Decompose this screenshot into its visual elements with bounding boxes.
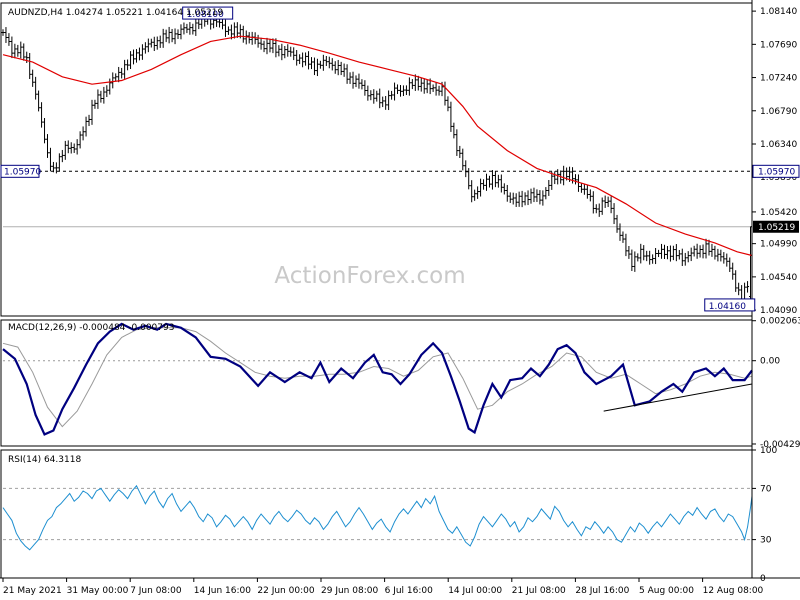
rsi-tick-label: 70 (760, 484, 772, 494)
low-annotation-label: 1.04160 (709, 302, 746, 312)
rsi-header: RSI(14) 64.3118 (8, 455, 81, 465)
rsi-tick-label: 30 (760, 536, 772, 546)
last-price-label: 1.05219 (758, 223, 795, 233)
rsi-tick-label: 0 (760, 574, 766, 584)
price-tick-label: 1.07240 (760, 74, 797, 84)
time-tick-label: 7 Jun 08:00 (130, 586, 182, 596)
level-label-left: 1.05970 (4, 167, 41, 177)
watermark: ActionForex.com (274, 263, 465, 289)
time-tick-label: 29 Jun 08:00 (321, 586, 378, 596)
price-tick-label: 1.06790 (760, 107, 797, 117)
time-tick-label: 21 May 2021 (3, 586, 62, 596)
time-tick-label: 5 Aug 00:00 (639, 586, 694, 596)
price-tick-label: 1.04090 (760, 306, 797, 316)
price-tick-label: 1.07690 (760, 40, 797, 50)
macd-tick-label: 0.002063 (760, 317, 800, 327)
time-tick-label: 14 Jun 16:00 (194, 586, 251, 596)
macd-tick-label: 0.00 (760, 357, 780, 367)
time-tick-label: 12 Aug 08:00 (703, 586, 764, 596)
time-tick-label: 14 Jul 00:00 (448, 586, 502, 596)
price-tick-label: 1.06340 (760, 140, 797, 150)
chart-canvas: ActionForex.com 1.08140 1.07690 1.07240 1.0… (0, 0, 800, 600)
price-tick-label: 1.04540 (760, 273, 797, 283)
price-tick-label: 1.05420 (760, 208, 797, 218)
time-tick-label: 6 Jul 16:00 (385, 586, 434, 596)
price-header: AUDNZD,H4 1.04274 1.05221 1.04164 1.0521… (8, 8, 223, 18)
rsi-tick-label: 100 (760, 446, 777, 456)
time-tick-label: 22 Jun 00:00 (257, 586, 314, 596)
level-label-right: 1.05970 (758, 167, 795, 177)
time-tick-label: 21 Jul 08:00 (512, 586, 566, 596)
price-tick-label: 1.04990 (760, 240, 797, 250)
macd-header: MACD(12,26,9) -0.000484 -0.000793 (8, 323, 174, 333)
time-tick-label: 28 Jul 16:00 (575, 586, 629, 596)
price-tick-label: 1.08140 (760, 7, 797, 17)
time-tick-label: 31 May 00:00 (67, 586, 129, 596)
